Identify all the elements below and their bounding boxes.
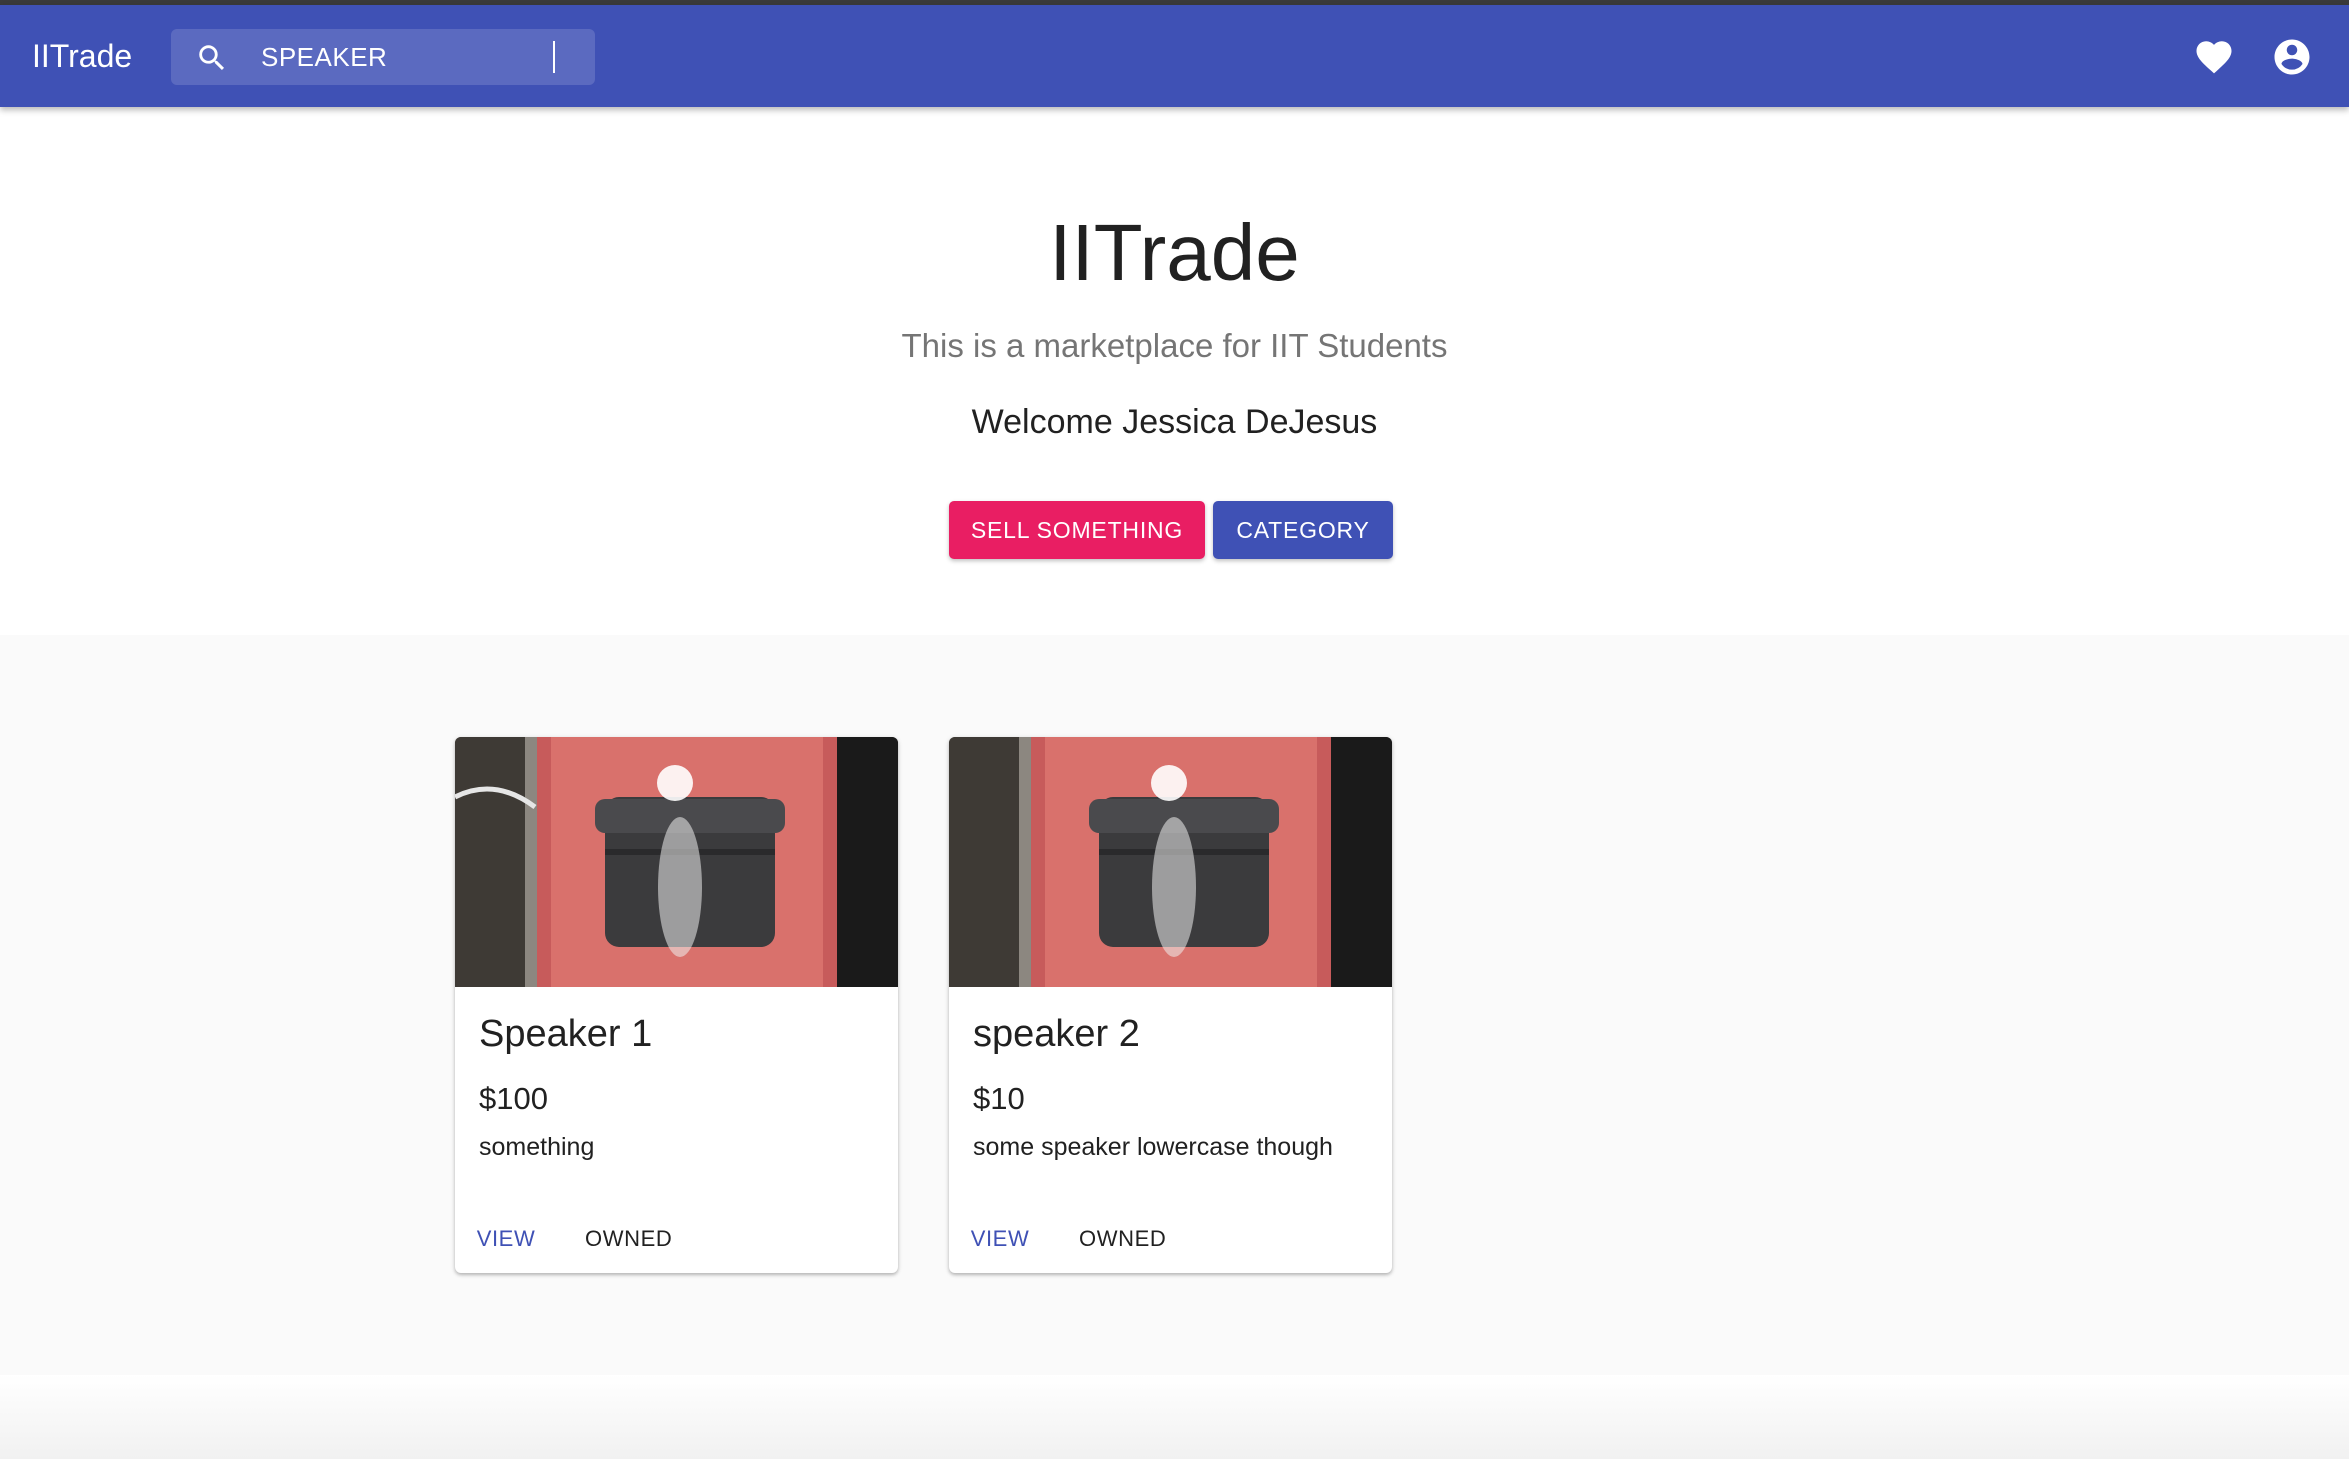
page-title: IITrade bbox=[1049, 208, 1300, 297]
listing-price: $100 bbox=[479, 1081, 548, 1116]
search-box[interactable] bbox=[171, 29, 595, 85]
category-button[interactable]: CATEGORY bbox=[1213, 501, 1393, 559]
page-subtitle: This is a marketplace for IIT Students bbox=[901, 327, 1448, 364]
view-button[interactable]: VIEW bbox=[467, 1217, 545, 1261]
listing-image bbox=[455, 737, 898, 987]
page-footer bbox=[0, 1375, 2349, 1459]
app-bar: IITrade bbox=[0, 5, 2349, 107]
owned-button[interactable]: OWNED bbox=[585, 1217, 672, 1261]
listing-image bbox=[949, 737, 1392, 987]
listing-card: Speaker 1 $100 something VIEW OWNED bbox=[455, 737, 898, 1273]
listing-card: speaker 2 $10 some speaker lowercase tho… bbox=[949, 737, 1392, 1273]
search-input[interactable] bbox=[261, 29, 581, 85]
hero-section: IITrade This is a marketplace for IIT St… bbox=[0, 107, 2349, 635]
listing-price: $10 bbox=[973, 1081, 1025, 1116]
heart-icon[interactable] bbox=[2193, 36, 2235, 78]
view-button[interactable]: VIEW bbox=[961, 1217, 1039, 1261]
search-icon bbox=[199, 45, 225, 71]
brand-title[interactable]: IITrade bbox=[32, 5, 132, 107]
welcome-message: Welcome Jessica DeJesus bbox=[971, 403, 1378, 441]
listing-description: something bbox=[479, 1133, 595, 1161]
text-caret bbox=[553, 41, 555, 73]
account-circle-icon[interactable] bbox=[2271, 36, 2313, 78]
sell-something-button[interactable]: SELL SOMETHING bbox=[949, 501, 1205, 559]
listing-title: Speaker 1 bbox=[479, 1013, 653, 1055]
listing-description: some speaker lowercase though bbox=[973, 1133, 1333, 1161]
owned-button[interactable]: OWNED bbox=[1079, 1217, 1166, 1261]
listing-title: speaker 2 bbox=[973, 1013, 1140, 1055]
